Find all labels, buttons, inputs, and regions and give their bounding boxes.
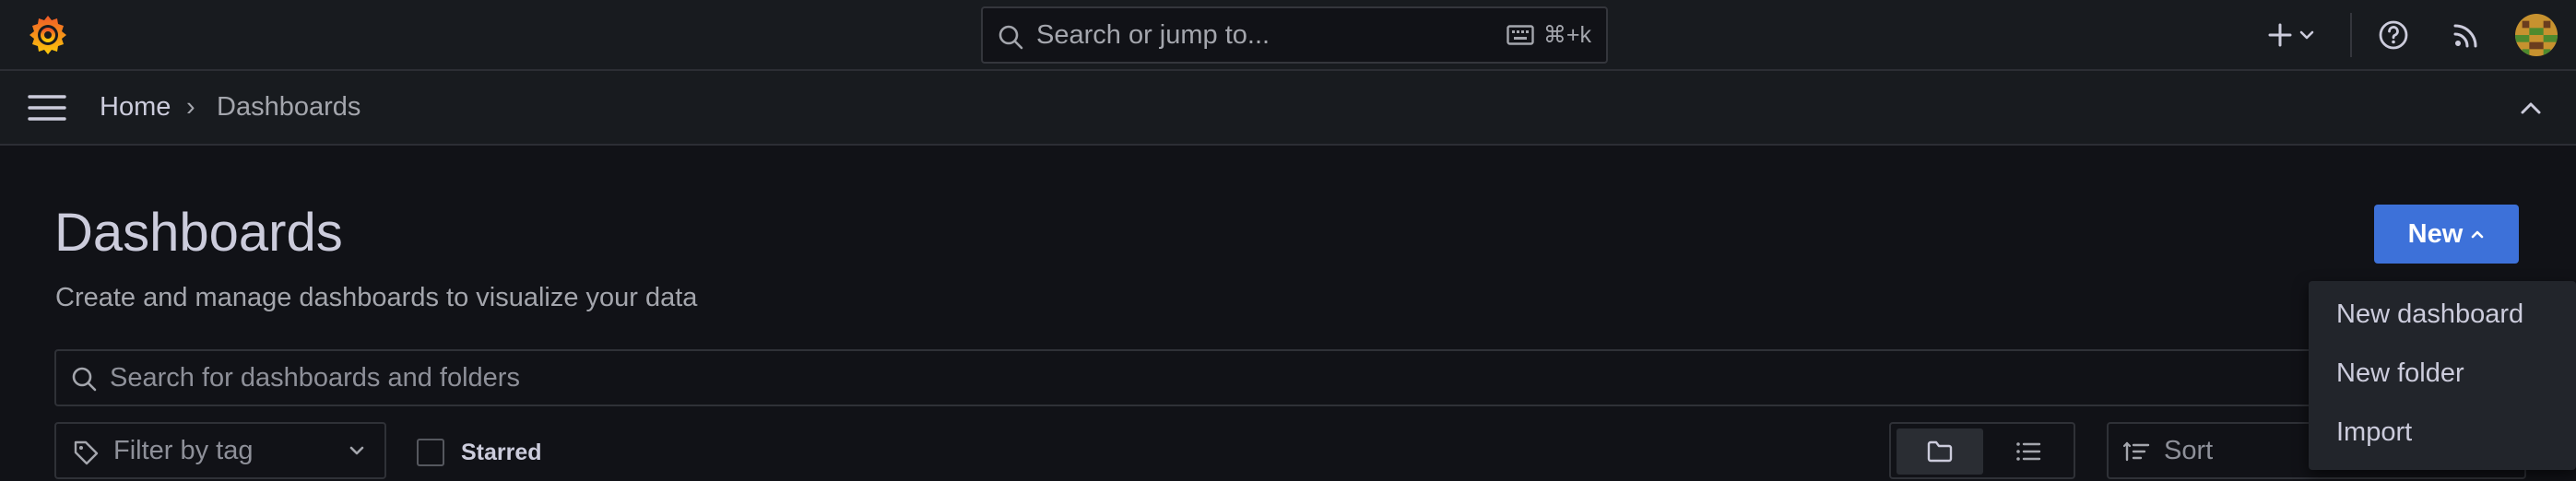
plus-icon — [2268, 23, 2292, 47]
menu-item-new-folder[interactable]: New folder — [2336, 355, 2464, 392]
dashboard-search-placeholder: Search for dashboards and folders — [110, 363, 520, 393]
chevron-up-icon[interactable] — [2517, 95, 2545, 123]
sort-icon — [2123, 441, 2150, 462]
menu-item-import[interactable]: Import — [2336, 414, 2412, 451]
new-dropdown-menu: New dashboard New folder Import — [2309, 281, 2576, 470]
search-icon — [998, 25, 1023, 50]
grafana-logo-icon[interactable] — [26, 13, 70, 57]
breadcrumb-separator: › — [186, 92, 195, 122]
new-button[interactable]: New — [2374, 205, 2519, 264]
chevron-down-icon — [349, 446, 364, 455]
user-avatar[interactable] — [2515, 14, 2558, 56]
add-new-button[interactable] — [2263, 18, 2319, 52]
breadcrumb-bar: Home › Dashboards — [0, 71, 2576, 146]
chevron-up-icon — [2472, 230, 2484, 239]
tag-icon — [74, 440, 99, 465]
view-mode-toggle — [1889, 422, 2075, 479]
sort-placeholder: Sort — [2164, 436, 2214, 465]
starred-label[interactable]: Starred — [461, 433, 542, 472]
menu-item-new-dashboard[interactable]: New dashboard — [2336, 296, 2523, 333]
keyboard-icon — [1507, 25, 1534, 45]
breadcrumb-home-link[interactable]: Home — [100, 71, 171, 144]
hamburger-menu-icon[interactable] — [28, 92, 66, 123]
dashboard-search-input[interactable]: Search for dashboards and folders — [54, 349, 2525, 406]
page-subtitle: Create and manage dashboards to visualiz… — [55, 283, 698, 312]
global-search-placeholder: Search or jump to... — [1036, 20, 1270, 50]
news-button[interactable] — [2448, 17, 2485, 53]
avatar-icon — [2515, 14, 2558, 56]
top-navbar: Search or jump to... ⌘+k — [0, 0, 2576, 71]
tag-filter-placeholder: Filter by tag — [113, 436, 254, 465]
global-search-input[interactable]: Search or jump to... ⌘+k — [981, 6, 1608, 64]
new-button-label: New — [2407, 218, 2464, 249]
list-icon — [2016, 442, 2041, 461]
topbar-divider — [2350, 13, 2352, 57]
help-button[interactable] — [2375, 17, 2412, 53]
shortcut-keys: ⌘+k — [1542, 22, 1591, 48]
folder-icon — [1927, 440, 1953, 463]
rss-icon — [2453, 24, 2477, 48]
page-title: Dashboards — [54, 203, 343, 263]
search-icon — [72, 367, 97, 392]
chevron-down-icon — [2299, 30, 2314, 40]
breadcrumb-current: Dashboards — [217, 92, 361, 122]
search-shortcut-hint: ⌘+k — [1507, 8, 1591, 62]
list-view-button[interactable] — [1987, 428, 2070, 475]
help-circle-icon — [2379, 20, 2408, 50]
starred-checkbox[interactable] — [417, 439, 444, 466]
tag-filter-select[interactable]: Filter by tag — [54, 422, 386, 479]
folder-view-button[interactable] — [1897, 428, 1983, 475]
